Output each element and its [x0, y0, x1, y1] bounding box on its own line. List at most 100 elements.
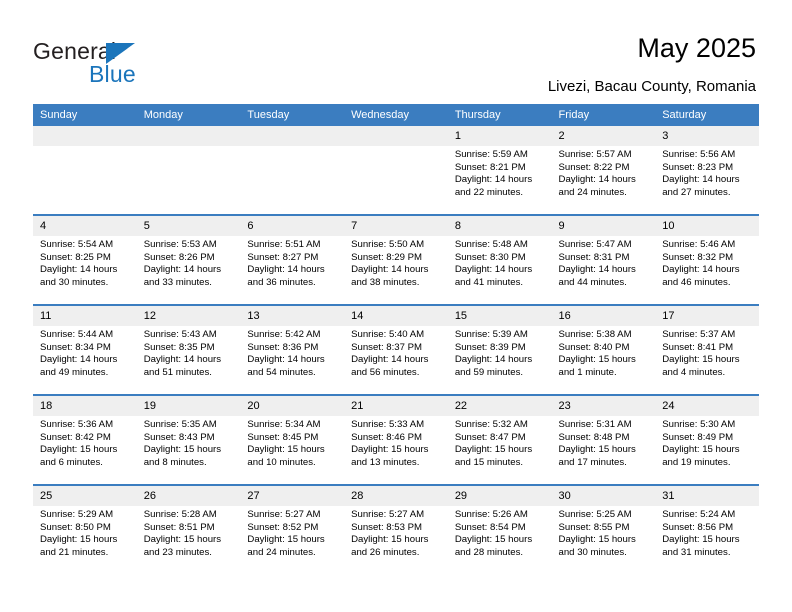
day-sun-info-line: Sunrise: 5:42 AM	[247, 329, 321, 340]
day-number: 15	[447, 306, 552, 326]
day-number: 19	[136, 396, 241, 416]
calendar-day-cell[interactable]: 10 Sunrise: 5:46 AM Sunset: 8:32 PM Dayligh…	[655, 214, 759, 305]
calendar-day-cell[interactable]: 8 Sunrise: 5:48 AM Sunset: 8:30 PM Daylight…	[447, 214, 552, 305]
day-sun-info: Sunrise: 5:38 AM Sunset: 8:40 PM Daylight:…	[552, 326, 656, 379]
day-sun-info-line: and 8 minutes.	[143, 456, 207, 468]
calendar-day-cell[interactable]: 24 Sunrise: 5:30 AM Sunset: 8:49 PM Dayligh…	[655, 394, 759, 485]
day-number: 5	[136, 216, 241, 236]
calendar-day-cell[interactable]: 28 Sunrise: 5:27 AM Sunset: 8:53 PM Dayligh…	[344, 484, 448, 574]
calendar-day-cell[interactable]: 15 Sunrise: 5:39 AM Sunset: 8:39 PM Dayligh…	[447, 304, 552, 395]
day-sun-info-line: and 15 minutes.	[454, 456, 524, 468]
calendar-day-cell[interactable]: 17 Sunrise: 5:37 AM Sunset: 8:41 PM Dayligh…	[655, 304, 759, 395]
calendar-day-cell[interactable]: 25 Sunrise: 5:29 AM Sunset: 8:50 PM Dayligh…	[33, 484, 137, 574]
day-sun-info-line: Daylight: 15 hours	[454, 534, 533, 546]
day-sun-info-line: Sunset: 8:26 PM	[143, 251, 215, 263]
day-sun-info-line: Sunset: 8:56 PM	[662, 521, 734, 533]
day-sun-info-line: Daylight: 15 hours	[40, 534, 118, 546]
calendar-day-cell[interactable]: 13 Sunrise: 5:42 AM Sunset: 8:36 PM Dayligh…	[240, 304, 345, 395]
day-number: 16	[551, 306, 656, 326]
calendar-day-cell[interactable]: 18 Sunrise: 5:36 AM Sunset: 8:42 PM Dayligh…	[33, 394, 137, 485]
day-number: 23	[551, 396, 656, 416]
day-sun-info: Sunrise: 5:46 AM Sunset: 8:32 PM Daylight:…	[655, 236, 759, 289]
day-sun-info-line: Sunset: 8:45 PM	[247, 431, 319, 443]
day-sun-info-line: Sunrise: 5:36 AM	[40, 419, 114, 430]
day-sun-info-line: Sunrise: 5:39 AM	[454, 329, 528, 340]
calendar-day-cell[interactable]: 29 Sunrise: 5:26 AM Sunset: 8:54 PM Dayligh…	[447, 484, 552, 574]
calendar-day-cell[interactable]: 3 Sunrise: 5:56 AM Sunset: 8:23 PM Daylight…	[655, 126, 759, 215]
day-number: 4	[33, 216, 137, 236]
day-sun-info-line: Sunrise: 5:25 AM	[558, 509, 632, 520]
generalblue-logo[interactable]: General Blue	[33, 38, 233, 88]
calendar-day-cell[interactable]: 31 Sunrise: 5:24 AM Sunset: 8:56 PM Dayligh…	[655, 484, 759, 574]
calendar-day-cell[interactable]: 19 Sunrise: 5:35 AM Sunset: 8:43 PM Dayligh…	[136, 394, 241, 485]
calendar-week-row: 25 Sunrise: 5:29 AM Sunset: 8:50 PM Dayligh…	[33, 484, 759, 574]
day-sun-info-line: Daylight: 14 hours	[351, 354, 429, 366]
day-sun-info-line: Sunset: 8:39 PM	[454, 341, 526, 353]
calendar-day-cell[interactable]: 5 Sunrise: 5:53 AM Sunset: 8:26 PM Daylight…	[136, 214, 241, 305]
day-sun-info-line: Daylight: 14 hours	[351, 264, 429, 276]
day-sun-info-line: Sunset: 8:21 PM	[454, 161, 526, 173]
calendar-day-cell[interactable]: 20 Sunrise: 5:34 AM Sunset: 8:45 PM Dayligh…	[240, 394, 345, 485]
day-sun-info-line: Sunset: 8:47 PM	[454, 431, 526, 443]
day-sun-info-line: Daylight: 15 hours	[558, 444, 636, 456]
day-number	[136, 126, 241, 146]
day-sun-info-line: Sunset: 8:30 PM	[454, 251, 526, 263]
calendar-day-cell[interactable]: 21 Sunrise: 5:33 AM Sunset: 8:46 PM Dayligh…	[344, 394, 448, 485]
day-sun-info-line: and 59 minutes.	[454, 366, 524, 378]
day-sun-info: Sunrise: 5:59 AM Sunset: 8:21 PM Daylight:…	[448, 146, 552, 199]
calendar-day-cell[interactable]: 23 Sunrise: 5:31 AM Sunset: 8:48 PM Dayligh…	[551, 394, 656, 485]
day-sun-info: Sunrise: 5:37 AM Sunset: 8:41 PM Daylight:…	[655, 326, 759, 379]
calendar-day-cell[interactable]: 22 Sunrise: 5:32 AM Sunset: 8:47 PM Dayligh…	[447, 394, 552, 485]
day-sun-info-line: Daylight: 15 hours	[351, 444, 429, 456]
day-sun-info-line: Daylight: 14 hours	[662, 174, 740, 186]
day-number: 26	[136, 486, 241, 506]
calendar-day-cell-empty	[344, 126, 448, 215]
calendar-day-cell[interactable]: 11 Sunrise: 5:44 AM Sunset: 8:34 PM Dayligh…	[33, 304, 137, 395]
calendar-day-cell-empty	[136, 126, 241, 215]
day-sun-info: Sunrise: 5:31 AM Sunset: 8:48 PM Daylight:…	[552, 416, 656, 469]
calendar-day-cell[interactable]: 6 Sunrise: 5:51 AM Sunset: 8:27 PM Daylight…	[240, 214, 345, 305]
day-sun-info-line: Sunrise: 5:44 AM	[40, 329, 114, 340]
calendar-day-cell[interactable]: 7 Sunrise: 5:50 AM Sunset: 8:29 PM Daylight…	[344, 214, 448, 305]
weekday-header-friday: Friday	[551, 104, 656, 126]
day-number: 3	[655, 126, 759, 146]
calendar-day-cell[interactable]: 2 Sunrise: 5:57 AM Sunset: 8:22 PM Daylight…	[551, 126, 656, 215]
calendar-day-cell[interactable]: 9 Sunrise: 5:47 AM Sunset: 8:31 PM Daylight…	[551, 214, 656, 305]
calendar-day-cell[interactable]: 30 Sunrise: 5:25 AM Sunset: 8:55 PM Dayligh…	[551, 484, 656, 574]
day-sun-info-line: Sunset: 8:34 PM	[40, 341, 111, 353]
day-sun-info-line: Sunrise: 5:37 AM	[662, 329, 736, 340]
calendar-day-cell[interactable]: 16 Sunrise: 5:38 AM Sunset: 8:40 PM Dayligh…	[551, 304, 656, 395]
day-sun-info-line: and 10 minutes.	[247, 456, 316, 468]
day-sun-info: Sunrise: 5:40 AM Sunset: 8:37 PM Daylight:…	[344, 326, 448, 379]
calendar-day-cell[interactable]: 27 Sunrise: 5:27 AM Sunset: 8:52 PM Dayligh…	[240, 484, 345, 574]
day-sun-info: Sunrise: 5:32 AM Sunset: 8:47 PM Daylight:…	[448, 416, 552, 469]
day-sun-info-line: Sunset: 8:43 PM	[143, 431, 215, 443]
day-sun-info-line: Sunrise: 5:53 AM	[143, 239, 217, 250]
calendar-body: 1 Sunrise: 5:59 AM Sunset: 8:21 PM Daylight…	[33, 126, 759, 574]
day-sun-info-line: Sunrise: 5:46 AM	[662, 239, 736, 250]
day-sun-info-line: Daylight: 15 hours	[662, 444, 740, 456]
day-sun-info-line: and 4 minutes.	[662, 366, 726, 378]
day-sun-info: Sunrise: 5:26 AM Sunset: 8:54 PM Daylight:…	[448, 506, 552, 559]
day-sun-info-line: Sunset: 8:42 PM	[40, 431, 111, 443]
day-sun-info-line: Sunset: 8:48 PM	[558, 431, 630, 443]
calendar-week-row: 18 Sunrise: 5:36 AM Sunset: 8:42 PM Dayligh…	[33, 394, 759, 485]
calendar-day-cell[interactable]: 1 Sunrise: 5:59 AM Sunset: 8:21 PM Daylight…	[447, 126, 552, 215]
logo-text-blue: Blue	[89, 61, 136, 87]
day-sun-info-line: Sunrise: 5:40 AM	[351, 329, 425, 340]
day-number: 29	[447, 486, 552, 506]
day-number: 31	[655, 486, 759, 506]
day-sun-info-line: Daylight: 14 hours	[40, 264, 118, 276]
day-sun-info-line: and 44 minutes.	[558, 276, 627, 288]
calendar-day-cell[interactable]: 12 Sunrise: 5:43 AM Sunset: 8:35 PM Dayligh…	[136, 304, 241, 395]
day-sun-info-line: Sunrise: 5:32 AM	[454, 419, 528, 430]
day-sun-info-line: Daylight: 14 hours	[40, 354, 118, 366]
day-sun-info-line: and 23 minutes.	[143, 546, 212, 558]
day-sun-info-line: and 30 minutes.	[558, 546, 627, 558]
calendar-day-cell[interactable]: 26 Sunrise: 5:28 AM Sunset: 8:51 PM Dayligh…	[136, 484, 241, 574]
calendar-day-cell[interactable]: 4 Sunrise: 5:54 AM Sunset: 8:25 PM Daylight…	[33, 214, 137, 305]
day-sun-info-line: Sunset: 8:35 PM	[143, 341, 215, 353]
day-sun-info-line: and 38 minutes.	[351, 276, 420, 288]
calendar-day-cell[interactable]: 14 Sunrise: 5:40 AM Sunset: 8:37 PM Dayligh…	[344, 304, 448, 395]
day-sun-info: Sunrise: 5:44 AM Sunset: 8:34 PM Daylight:…	[33, 326, 137, 379]
